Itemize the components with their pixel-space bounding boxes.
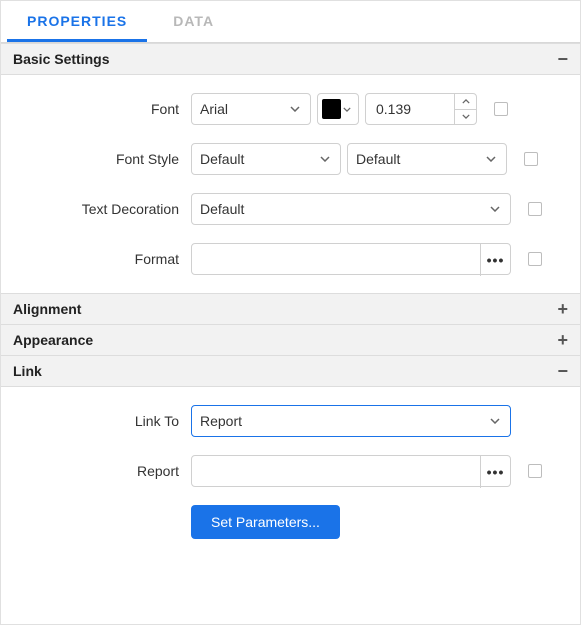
label-font: Font — [1, 101, 191, 117]
section-alignment[interactable]: Alignment + — [1, 293, 580, 325]
color-swatch — [322, 99, 341, 119]
font-family-value: Arial — [200, 101, 228, 117]
row-link-to: Link To Report — [1, 405, 570, 437]
row-font: Font Arial 0.139 — [1, 93, 570, 125]
label-font-style: Font Style — [1, 151, 191, 167]
chevron-down-icon — [288, 102, 302, 116]
spinner-up[interactable] — [455, 94, 476, 110]
chevron-down-icon — [484, 152, 498, 166]
text-decoration-value: Default — [200, 201, 244, 217]
font-color-picker[interactable] — [317, 93, 359, 125]
row-format: Format ••• — [1, 243, 570, 275]
label-format: Format — [1, 251, 191, 267]
section-basic-settings[interactable]: Basic Settings − — [1, 43, 580, 75]
collapse-icon: − — [557, 362, 568, 380]
text-decoration-select[interactable]: Default — [191, 193, 511, 225]
font-checkbox[interactable] — [494, 102, 508, 116]
expand-icon: + — [557, 331, 568, 349]
font-style-value-2: Default — [356, 151, 400, 167]
ellipsis-icon: ••• — [487, 252, 505, 268]
section-title: Appearance — [13, 332, 93, 348]
chevron-down-icon — [488, 202, 502, 216]
format-input[interactable] — [192, 244, 480, 274]
label-text-decoration: Text Decoration — [1, 201, 191, 217]
chevron-down-icon — [341, 102, 354, 116]
report-browse-button[interactable]: ••• — [480, 456, 510, 488]
expand-icon: + — [557, 300, 568, 318]
tab-data[interactable]: DATA — [153, 1, 234, 42]
section-link[interactable]: Link − — [1, 356, 580, 387]
collapse-icon: − — [557, 50, 568, 68]
ellipsis-icon: ••• — [487, 464, 505, 480]
row-text-decoration: Text Decoration Default — [1, 193, 570, 225]
format-browse-button[interactable]: ••• — [480, 244, 510, 276]
section-link-body: Link To Report Report ••• — [1, 387, 580, 557]
link-to-select[interactable]: Report — [191, 405, 511, 437]
report-checkbox[interactable] — [528, 464, 542, 478]
font-style-select-2[interactable]: Default — [347, 143, 507, 175]
row-report: Report ••• — [1, 455, 570, 487]
text-decoration-checkbox[interactable] — [528, 202, 542, 216]
font-style-value-1: Default — [200, 151, 244, 167]
row-font-style: Font Style Default Default — [1, 143, 570, 175]
report-input[interactable] — [192, 456, 480, 486]
chevron-down-icon — [488, 414, 502, 428]
format-checkbox[interactable] — [528, 252, 542, 266]
font-size-value[interactable]: 0.139 — [366, 94, 454, 124]
properties-panel: PROPERTIES DATA Basic Settings − Font Ar… — [0, 0, 581, 625]
label-link-to: Link To — [1, 413, 191, 429]
spinner-down[interactable] — [455, 110, 476, 125]
section-title: Basic Settings — [13, 51, 109, 67]
font-family-select[interactable]: Arial — [191, 93, 311, 125]
section-title: Link — [13, 363, 42, 379]
set-parameters-button[interactable]: Set Parameters... — [191, 505, 340, 539]
link-to-value: Report — [200, 413, 242, 429]
chevron-down-icon — [318, 152, 332, 166]
section-appearance[interactable]: Appearance + — [1, 325, 580, 356]
label-report: Report — [1, 463, 191, 479]
tab-bar: PROPERTIES DATA — [1, 1, 580, 43]
row-set-parameters: Set Parameters... — [1, 505, 570, 539]
section-basic-body: Font Arial 0.139 — [1, 75, 580, 293]
section-title: Alignment — [13, 301, 81, 317]
font-size-spinner[interactable]: 0.139 — [365, 93, 477, 125]
font-style-checkbox[interactable] — [524, 152, 538, 166]
report-input-group: ••• — [191, 455, 511, 487]
tab-properties[interactable]: PROPERTIES — [7, 1, 147, 42]
format-input-group: ••• — [191, 243, 511, 275]
font-style-select-1[interactable]: Default — [191, 143, 341, 175]
